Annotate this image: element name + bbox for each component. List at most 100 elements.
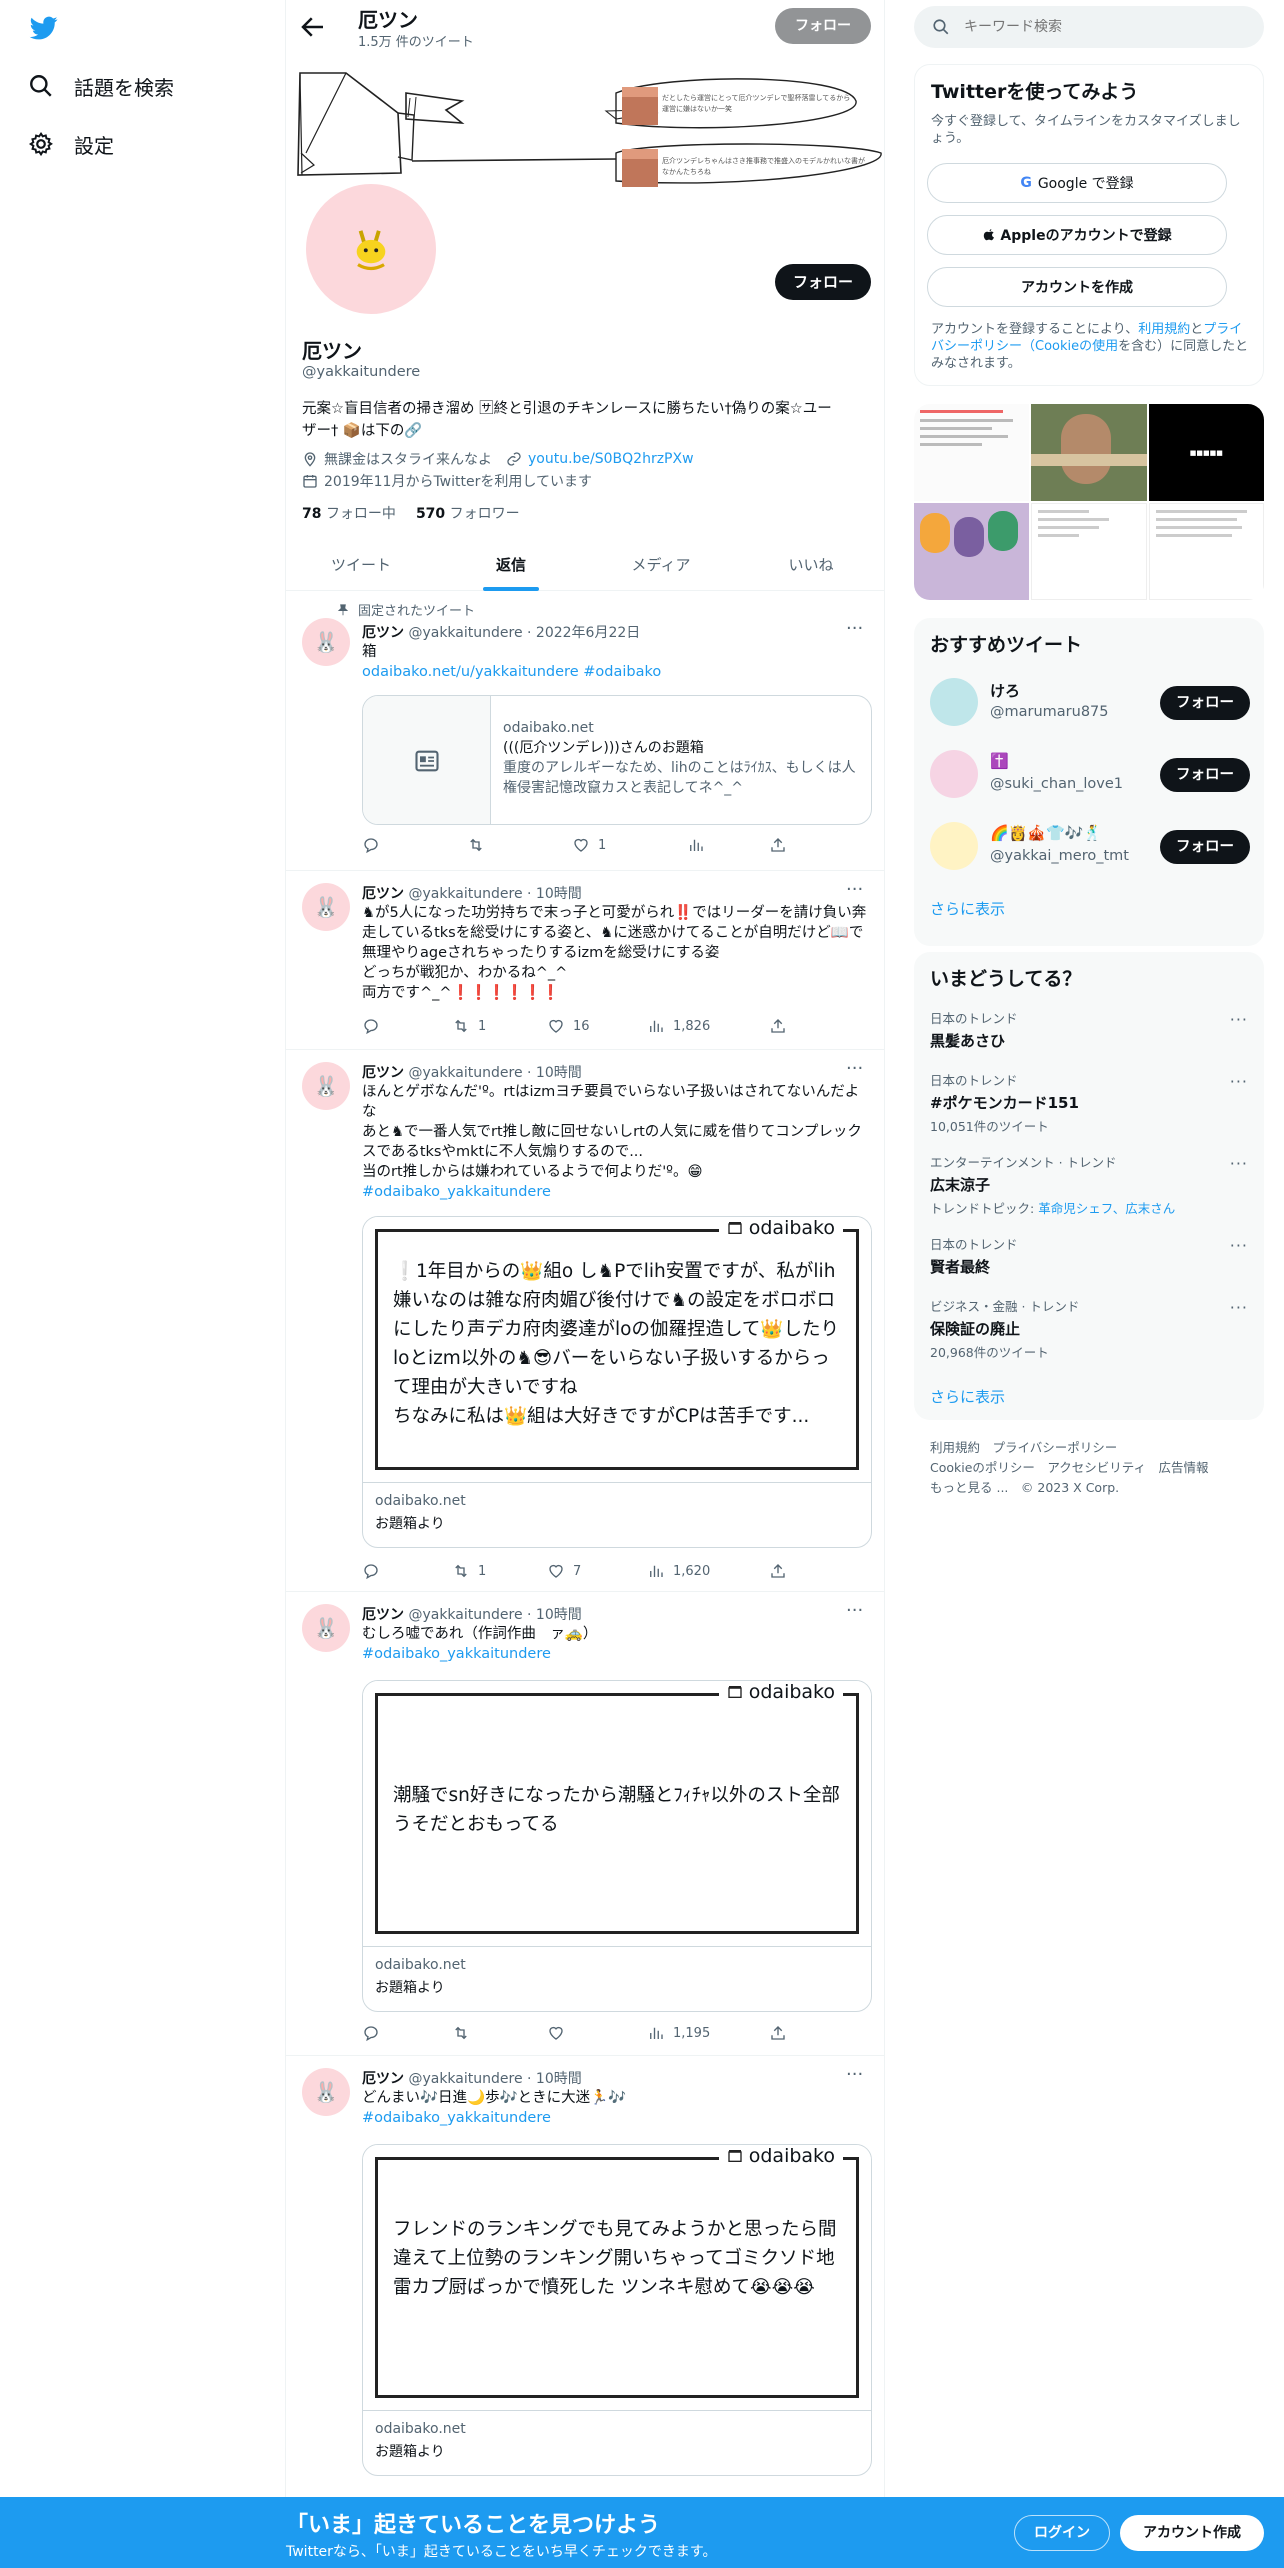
avatar[interactable] (930, 822, 978, 870)
tweet[interactable]: 🐰 厄ツン @yakkaitundere · 10時間 ··· ほんとゲボなんだ… (286, 1050, 884, 1592)
tweet-author[interactable]: 厄ツン (362, 2071, 404, 2087)
tweet-hashtag[interactable]: #odaibako_yakkaitundere (362, 2108, 872, 2128)
more-icon[interactable]: ··· (846, 879, 863, 900)
tweet[interactable]: 🐰 厄ツン @yakkaitundere · 10時間 ··· ♞が5人になった… (286, 871, 884, 1050)
media-thumb[interactable] (914, 404, 1030, 501)
trend-item[interactable]: エンターテインメント · トレンド 広末涼子 トレンドトピック: 革命児シェフ、… (930, 1152, 1248, 1217)
tweet-author[interactable]: 厄ツン (362, 1607, 404, 1623)
rec-show-more[interactable]: さらに表示 (930, 898, 1005, 919)
share-button[interactable] (769, 1562, 795, 1580)
share-button[interactable] (769, 2024, 795, 2042)
tweet-time[interactable]: 2022年6月22日 (536, 625, 640, 641)
profile-follow-button[interactable]: フォロー (775, 264, 871, 300)
footer-links-1[interactable]: 利用規約 プライバシーポリシー (930, 1438, 1209, 1458)
tweet-time[interactable]: 10時間 (536, 886, 582, 902)
like-button[interactable]: 1 (572, 836, 606, 854)
tweet-author[interactable]: 厄ツン (362, 1065, 404, 1081)
tab-media[interactable]: メディア (586, 554, 736, 575)
more-icon[interactable]: ··· (1230, 1072, 1248, 1091)
media-thumb[interactable]: ■■■■■ (1148, 404, 1264, 501)
header-follow-button[interactable]: フォロー (775, 8, 871, 44)
reply-button[interactable] (362, 1562, 388, 1580)
tab-replies[interactable]: 返信 (436, 554, 586, 575)
tweet-author[interactable]: 厄ツン (362, 886, 404, 902)
login-button[interactable]: ログイン (1014, 2515, 1110, 2551)
reply-button[interactable] (362, 836, 388, 854)
views-button[interactable] (687, 836, 713, 854)
link-card[interactable]: odaibako.net (((厄介ツンデレ)))さんのお題箱 重度のアレルギー… (362, 695, 872, 825)
tweet-time[interactable]: 10時間 (536, 2071, 582, 2087)
reply-button[interactable] (362, 1017, 388, 1035)
tweet-pinned[interactable]: 固定されたツイート 🐰 厄ツン @yakkaitundere · 2022年6月… (286, 592, 884, 871)
avatar[interactable]: 🐰 (302, 1062, 350, 1110)
footer-links-2[interactable]: Cookieのポリシー アクセシビリティ 広告情報 (930, 1458, 1209, 1478)
profile-url[interactable]: youtu.be/S0BQ2hrzPXw (528, 451, 694, 467)
create-account-button[interactable]: アカウントを作成 (927, 267, 1227, 307)
avatar[interactable]: 🐰 (302, 2068, 350, 2116)
like-button[interactable]: 16 (547, 1017, 590, 1035)
profile-avatar[interactable] (302, 180, 440, 318)
tweet[interactable]: 🐰 厄ツン @yakkaitundere · 10時間 ··· むしろ嘘であれ（… (286, 1592, 884, 2056)
avatar[interactable]: 🐰 (302, 883, 350, 931)
signup-button[interactable]: アカウント作成 (1120, 2515, 1264, 2551)
reply-button[interactable] (362, 2024, 388, 2042)
terms-link[interactable]: 利用規約 (1138, 322, 1190, 337)
avatar[interactable] (930, 678, 978, 726)
more-icon[interactable]: ··· (846, 1600, 863, 1621)
following-stat[interactable]: 78 フォロー中 (302, 503, 396, 523)
rec-follow-button[interactable]: フォロー (1160, 686, 1250, 720)
tweet-hashtag[interactable]: #odaibako_yakkaitundere (362, 1644, 872, 1664)
search-input[interactable] (964, 19, 1234, 35)
rec-user[interactable]: ✝️ @suki_chan_love1 フォロー (930, 746, 1250, 802)
avatar[interactable]: 🐰 (302, 1604, 350, 1652)
share-button[interactable] (769, 836, 795, 854)
trends-show-more[interactable]: さらに表示 (930, 1386, 1005, 1407)
tab-likes[interactable]: いいね (736, 554, 886, 575)
media-thumb[interactable] (1031, 503, 1147, 600)
tweet-time[interactable]: 10時間 (536, 1607, 582, 1623)
avatar[interactable]: 🐰 (302, 618, 350, 666)
media-thumb[interactable] (1031, 404, 1148, 501)
footer-links-3[interactable]: もっと見る ... © 2023 X Corp. (930, 1478, 1209, 1498)
like-button[interactable] (547, 2024, 573, 2042)
avatar[interactable] (930, 750, 978, 798)
trend-item[interactable]: 日本のトレンド #ポケモンカード151 10,051件のツイート ··· (930, 1070, 1248, 1135)
more-icon[interactable]: ··· (1230, 1236, 1248, 1255)
retweet-button[interactable] (452, 2024, 478, 2042)
more-icon[interactable]: ··· (1230, 1010, 1248, 1029)
tweet-time[interactable]: 10時間 (536, 1065, 582, 1081)
retweet-button[interactable]: 1 (452, 1017, 486, 1035)
rec-user[interactable]: けろ @marumaru875 フォロー (930, 674, 1250, 730)
google-signup-button[interactable]: G Google で登録 (927, 163, 1227, 203)
tweet[interactable]: 🐰 厄ツン @yakkaitundere · 10時間 ··· どんまい🎶日進🌙… (286, 2056, 884, 2497)
retweet-button[interactable] (467, 836, 493, 854)
twitter-logo-icon[interactable] (28, 14, 60, 42)
rec-user[interactable]: 🌈👸🎪👕🎶🕺 @yakkai_mero_tmt フォロー (930, 818, 1250, 874)
apple-signup-button[interactable]: Appleのアカウントで登録 (927, 215, 1227, 255)
back-arrow-icon[interactable] (298, 12, 328, 42)
trend-topics-links[interactable]: 革命児シェフ、広末さん (1038, 1201, 1175, 1216)
nav-explore[interactable]: 話題を検索 (28, 66, 174, 106)
tab-tweets[interactable]: ツイート (286, 554, 436, 575)
tweet-author[interactable]: 厄ツン (362, 625, 404, 641)
share-button[interactable] (769, 1017, 795, 1035)
search-box[interactable] (914, 6, 1264, 48)
odaibako-card[interactable]: odaibako フレンドのランキングでも見てみようかと思ったら間違えて上位勢の… (362, 2144, 872, 2476)
nav-settings[interactable]: 設定 (28, 124, 114, 164)
rec-follow-button[interactable]: フォロー (1160, 758, 1250, 792)
tweet-links[interactable]: odaibako.net/u/yakkaitundere #odaibako (362, 662, 872, 682)
followers-stat[interactable]: 570 フォロワー (416, 503, 520, 523)
tweet-hashtag[interactable]: #odaibako_yakkaitundere (362, 1182, 872, 1202)
rec-follow-button[interactable]: フォロー (1160, 830, 1250, 864)
views-button[interactable]: 1,826 (647, 1017, 710, 1035)
more-icon[interactable]: ··· (846, 1058, 863, 1079)
retweet-button[interactable]: 1 (452, 1562, 486, 1580)
more-icon[interactable]: ··· (846, 2064, 863, 2085)
views-button[interactable]: 1,195 (647, 2024, 710, 2042)
trend-item[interactable]: 日本のトレンド 黒髪あさひ ··· (930, 1008, 1248, 1051)
trend-item[interactable]: ビジネス・金融 · トレンド 保険証の廃止 20,968件のツイート ··· (930, 1296, 1248, 1361)
like-button[interactable]: 7 (547, 1562, 581, 1580)
media-thumb[interactable] (914, 503, 1030, 600)
media-thumb[interactable] (1148, 503, 1264, 600)
more-icon[interactable]: ··· (846, 618, 863, 639)
